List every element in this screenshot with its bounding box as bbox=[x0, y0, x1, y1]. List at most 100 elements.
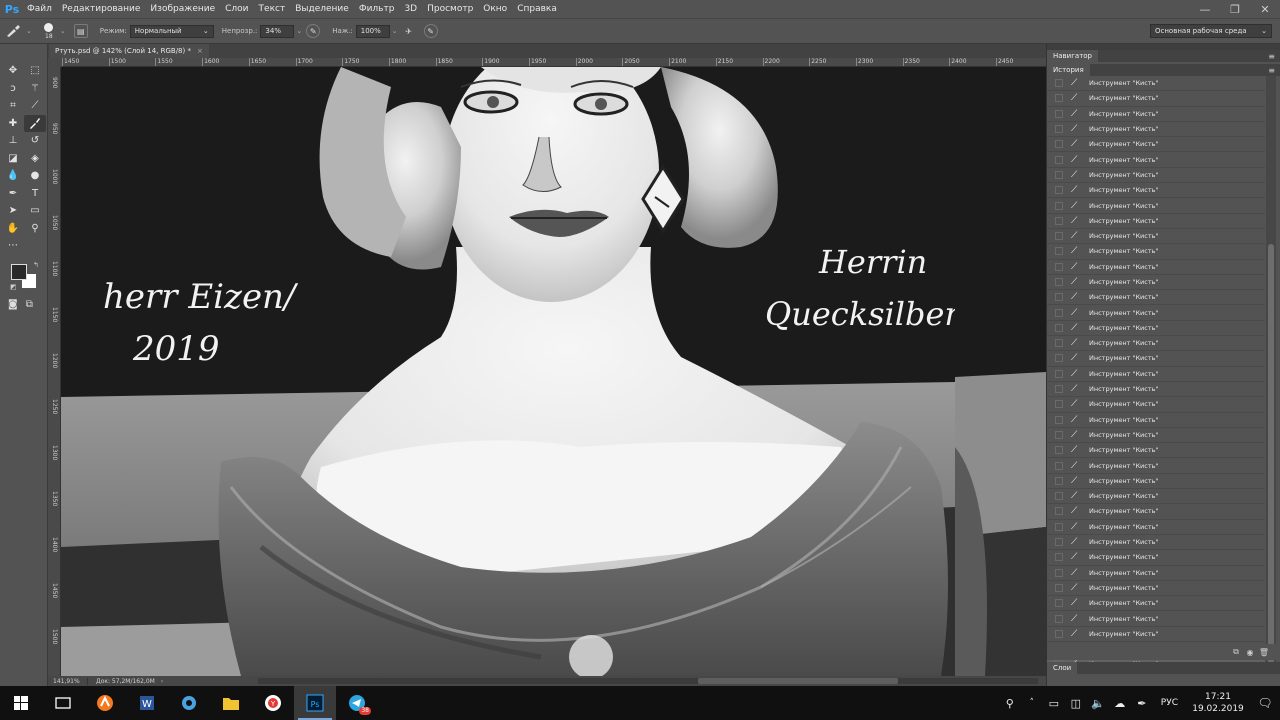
history-state-row[interactable]: ⟋ Инструмент "Кисть" bbox=[1047, 581, 1265, 597]
screen-mode-icon[interactable]: ⧉ bbox=[26, 299, 33, 310]
battery-icon[interactable]: ▭ bbox=[1043, 697, 1065, 710]
history-state-row[interactable]: ⟋ Инструмент "Кисть" bbox=[1047, 244, 1265, 260]
history-source-checkbox[interactable] bbox=[1055, 186, 1063, 195]
history-state-row[interactable]: ⟋ Инструмент "Кисть" bbox=[1047, 122, 1265, 138]
brush-preset-icon[interactable] bbox=[0, 20, 26, 42]
history-state-row[interactable]: ⟋ Инструмент "Кисть" bbox=[1047, 260, 1265, 275]
eraser-tool-icon[interactable]: ◪ bbox=[2, 150, 24, 168]
yandex-browser-icon[interactable]: Y bbox=[252, 686, 294, 720]
history-state-row[interactable]: ⟋ Инструмент "Кисть" bbox=[1047, 198, 1265, 214]
menu-type[interactable]: Текст bbox=[254, 0, 291, 18]
task-view-icon[interactable] bbox=[42, 686, 84, 720]
history-source-checkbox[interactable] bbox=[1055, 446, 1063, 455]
menu-view[interactable]: Просмотр bbox=[422, 0, 478, 18]
trash-icon[interactable]: 🗑 bbox=[1257, 648, 1271, 657]
canvas-artwork[interactable]: herr Eizen/ 2019 Herrin Quecksilber bbox=[61, 67, 955, 676]
history-state-row[interactable]: ⟋ Инструмент "Кисть" bbox=[1047, 550, 1265, 566]
history-source-checkbox[interactable] bbox=[1055, 323, 1063, 332]
path-select-tool-icon[interactable]: ➤ bbox=[2, 202, 24, 220]
horizontal-scrollbar[interactable] bbox=[258, 678, 1038, 684]
status-menu-icon[interactable]: › bbox=[161, 678, 163, 685]
history-brush-tool-icon[interactable]: ↺ bbox=[24, 132, 46, 150]
airbrush-icon[interactable]: ✈ bbox=[402, 24, 416, 38]
gradient-tool-icon[interactable]: ◈ bbox=[24, 150, 46, 168]
history-source-checkbox[interactable] bbox=[1055, 247, 1063, 256]
history-source-checkbox[interactable] bbox=[1055, 507, 1063, 516]
minimize-button[interactable]: — bbox=[1190, 0, 1220, 18]
chevron-down-icon[interactable]: ⌄ bbox=[392, 27, 398, 35]
history-state-row[interactable]: ⟋ Инструмент "Кисть" bbox=[1047, 321, 1265, 337]
blend-mode-select[interactable]: Нормальный ⌄ bbox=[129, 24, 214, 38]
panel-menu-icon[interactable]: ≡ bbox=[1268, 52, 1275, 61]
history-state-row[interactable]: ⟋ Инструмент "Кисть" bbox=[1047, 596, 1265, 612]
history-source-checkbox[interactable] bbox=[1055, 476, 1063, 485]
hand-tool-icon[interactable]: ✋ bbox=[2, 220, 24, 238]
zoom-level[interactable]: 141,91% bbox=[48, 677, 88, 685]
menu-select[interactable]: Выделение bbox=[290, 0, 354, 18]
history-scroll-thumb[interactable] bbox=[1268, 244, 1274, 664]
history-source-checkbox[interactable] bbox=[1055, 293, 1063, 302]
shape-tool-icon[interactable]: ▭ bbox=[24, 202, 46, 220]
history-source-checkbox[interactable] bbox=[1055, 599, 1063, 608]
history-scrollbar[interactable] bbox=[1266, 76, 1276, 674]
history-state-row[interactable]: ⟋ Инструмент "Кисть" bbox=[1047, 428, 1265, 444]
horizontal-scroll-thumb[interactable] bbox=[698, 678, 898, 684]
eyedropper-tool-icon[interactable]: ⟋ bbox=[24, 97, 46, 115]
history-source-checkbox[interactable] bbox=[1055, 568, 1063, 577]
history-state-row[interactable]: ⟋ Инструмент "Кисть" bbox=[1047, 489, 1265, 505]
default-colors-icon[interactable]: ◩ bbox=[10, 283, 17, 291]
history-source-checkbox[interactable] bbox=[1055, 140, 1063, 149]
history-state-row[interactable]: ⟋ Инструмент "Кисть" bbox=[1047, 152, 1265, 168]
tab-navigator[interactable]: Навигатор bbox=[1047, 50, 1098, 62]
history-source-checkbox[interactable] bbox=[1055, 385, 1063, 394]
history-state-row[interactable]: ⟋ Инструмент "Кисть" bbox=[1047, 76, 1265, 92]
history-source-checkbox[interactable] bbox=[1055, 553, 1063, 562]
brush-size-picker[interactable]: 18 bbox=[40, 21, 58, 41]
history-state-row[interactable]: ⟋ Инструмент "Кисть" bbox=[1047, 107, 1265, 122]
menu-window[interactable]: Окно bbox=[478, 0, 512, 18]
show-hidden-icons-icon[interactable]: ˄ bbox=[1021, 698, 1043, 708]
history-state-row[interactable]: ⟋ Инструмент "Кисть" bbox=[1047, 290, 1265, 306]
history-state-row[interactable]: ⟋ Инструмент "Кисть" bbox=[1047, 413, 1265, 428]
tab-history[interactable]: История bbox=[1047, 64, 1090, 76]
history-source-checkbox[interactable] bbox=[1055, 583, 1063, 592]
crop-tool-icon[interactable]: ⌗ bbox=[2, 97, 24, 115]
avast-icon[interactable] bbox=[84, 686, 126, 720]
history-source-checkbox[interactable] bbox=[1055, 170, 1063, 179]
history-state-row[interactable]: ⟋ Инструмент "Кисть" bbox=[1047, 275, 1265, 291]
workspace-select[interactable]: Основная рабочая среда ⌄ bbox=[1150, 24, 1272, 38]
history-state-row[interactable]: ⟋ Инструмент "Кисть" bbox=[1047, 137, 1265, 153]
history-source-checkbox[interactable] bbox=[1055, 94, 1063, 103]
history-state-row[interactable]: ⟋ Инструмент "Кисть" bbox=[1047, 458, 1265, 474]
history-source-checkbox[interactable] bbox=[1055, 354, 1063, 363]
chevron-down-icon[interactable]: ⌄ bbox=[296, 27, 302, 35]
swap-colors-icon[interactable]: ↰ bbox=[33, 261, 39, 269]
clock[interactable]: 17:21 19.02.2019 bbox=[1186, 691, 1250, 715]
document-size[interactable]: Док: 57,2М/162,0М bbox=[88, 678, 155, 685]
menu-file[interactable]: Файл bbox=[22, 0, 57, 18]
history-state-row[interactable]: ⟋ Инструмент "Кисть" bbox=[1047, 611, 1265, 627]
history-source-checkbox[interactable] bbox=[1055, 492, 1063, 501]
menu-edit[interactable]: Редактирование bbox=[57, 0, 146, 18]
telegram-icon[interactable]: 38 bbox=[336, 686, 378, 720]
foreground-color-swatch[interactable] bbox=[11, 263, 27, 280]
menu-filter[interactable]: Фильтр bbox=[354, 0, 400, 18]
history-state-row[interactable]: ⟋ Инструмент "Кисть" bbox=[1047, 520, 1265, 535]
history-state-row[interactable]: ⟋ Инструмент "Кисть" bbox=[1047, 397, 1265, 413]
history-source-checkbox[interactable] bbox=[1055, 369, 1063, 378]
pressure-size-icon[interactable]: ✎ bbox=[423, 24, 438, 38]
snapshot-camera-icon[interactable]: ◉ bbox=[1243, 648, 1257, 657]
history-source-checkbox[interactable] bbox=[1055, 538, 1063, 547]
history-source-checkbox[interactable] bbox=[1055, 415, 1063, 424]
history-source-checkbox[interactable] bbox=[1055, 614, 1063, 623]
marquee-tool-icon[interactable]: ⬚ bbox=[24, 62, 46, 80]
history-state-row[interactable]: ⟋ Инструмент "Кисть" bbox=[1047, 305, 1265, 321]
menu-image[interactable]: Изображение bbox=[145, 0, 220, 18]
history-source-checkbox[interactable] bbox=[1055, 125, 1063, 134]
onedrive-icon[interactable]: ☁ bbox=[1109, 697, 1131, 710]
pen-tool-icon[interactable]: ✒ bbox=[2, 185, 24, 203]
history-source-checkbox[interactable] bbox=[1055, 109, 1063, 118]
stamp-tool-icon[interactable]: ⊥ bbox=[2, 132, 24, 150]
history-state-row[interactable]: ⟋ Инструмент "Кисть" bbox=[1047, 627, 1265, 642]
quick-mask-icon[interactable]: ◙ bbox=[8, 299, 18, 310]
